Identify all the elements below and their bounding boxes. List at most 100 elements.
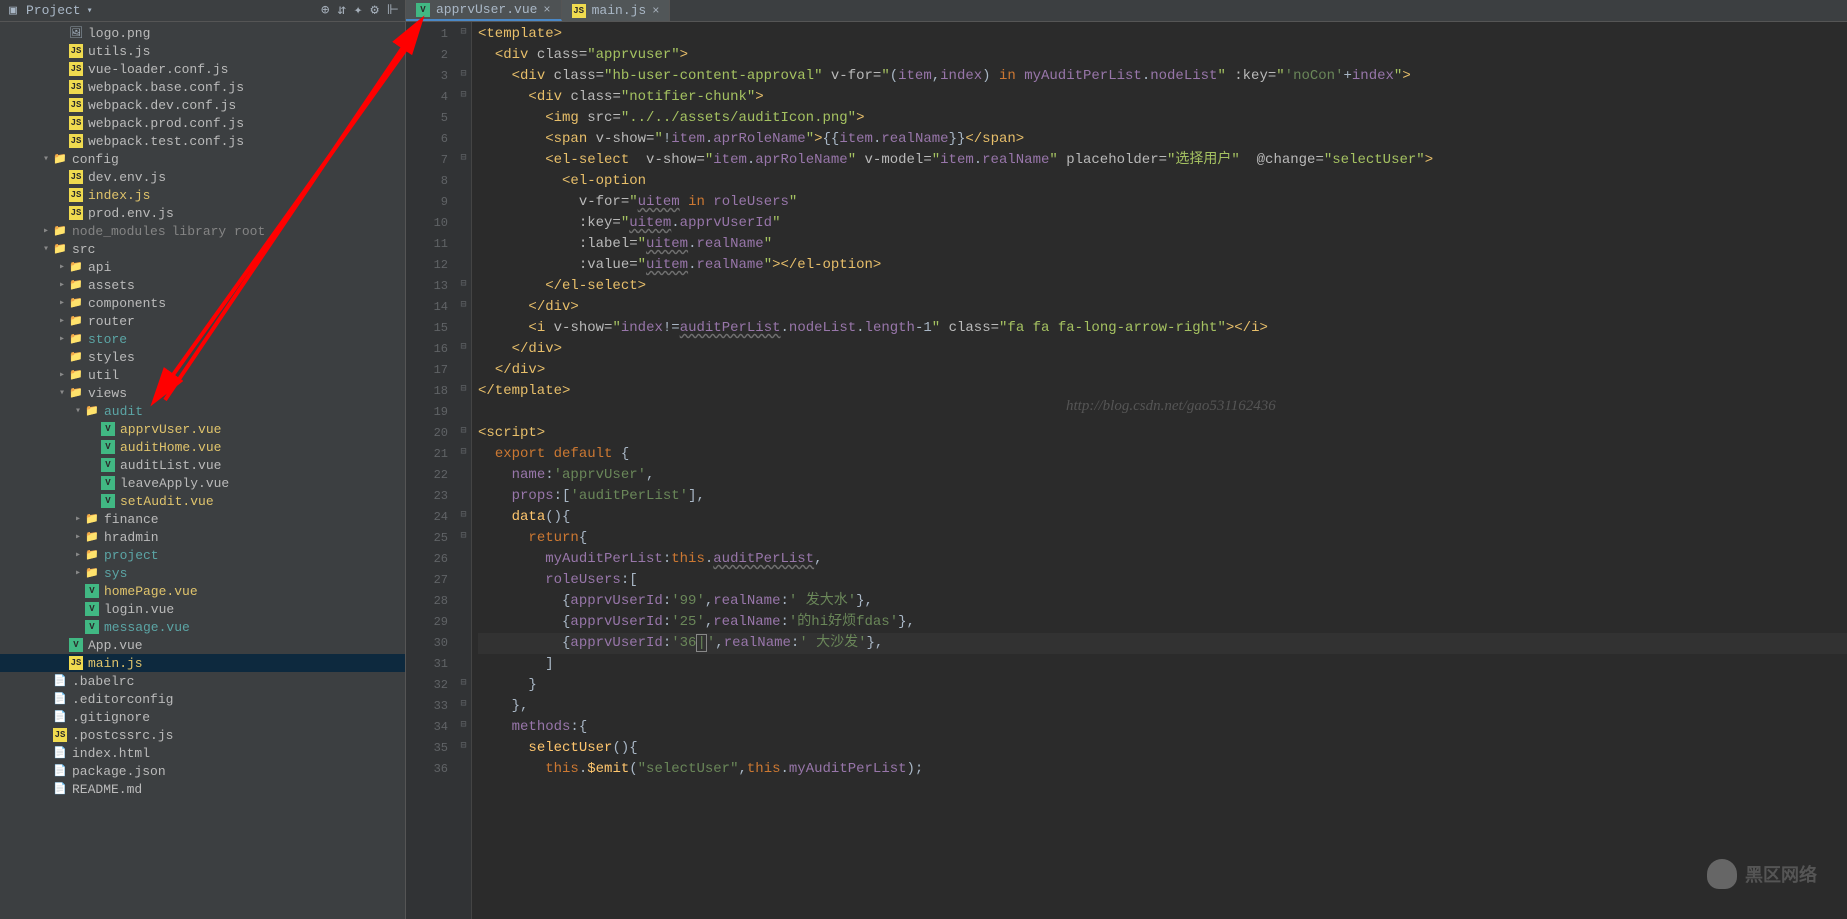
code-line[interactable]: selectUser(){ xyxy=(478,738,1847,759)
tree-item[interactable]: JSwebpack.test.conf.js xyxy=(0,132,405,150)
code-line[interactable] xyxy=(478,402,1847,423)
code-line[interactable]: {apprvUserId:'99',realName:' 发大水'}, xyxy=(478,591,1847,612)
tree-item[interactable]: ▸📁util xyxy=(0,366,405,384)
tree-item[interactable]: JSwebpack.prod.conf.js xyxy=(0,114,405,132)
tree-item[interactable]: JSutils.js xyxy=(0,42,405,60)
fold-toggle-icon[interactable]: ⊟ xyxy=(456,148,471,169)
fold-toggle-icon[interactable]: ⊟ xyxy=(456,736,471,757)
tree-arrow-icon[interactable]: ▾ xyxy=(40,153,52,165)
code-line[interactable]: ] xyxy=(478,654,1847,675)
tree-arrow-icon[interactable]: ▸ xyxy=(40,225,52,237)
tree-arrow-icon[interactable]: ▸ xyxy=(72,513,84,525)
tree-arrow-icon[interactable]: ▸ xyxy=(72,531,84,543)
code-line[interactable]: </div> xyxy=(478,339,1847,360)
tree-item[interactable]: ▾📁audit xyxy=(0,402,405,420)
tree-item[interactable]: ▸📁assets xyxy=(0,276,405,294)
dropdown-arrow-icon[interactable]: ▾ xyxy=(87,5,93,17)
code-line[interactable]: export default { xyxy=(478,444,1847,465)
fold-toggle-icon[interactable]: ⊟ xyxy=(456,64,471,85)
code-line[interactable]: <script> xyxy=(478,423,1847,444)
code-line[interactable]: } xyxy=(478,675,1847,696)
close-icon[interactable]: × xyxy=(652,4,659,18)
tree-item[interactable]: JSvue-loader.conf.js xyxy=(0,60,405,78)
code-line[interactable]: :key="uitem.apprvUserId" xyxy=(478,213,1847,234)
code-line[interactable]: name:'apprvUser', xyxy=(478,465,1847,486)
tree-item[interactable]: 📄README.md xyxy=(0,780,405,798)
fold-toggle-icon[interactable]: ⊟ xyxy=(456,337,471,358)
code-line[interactable]: this.$emit("selectUser",this.myAuditPerL… xyxy=(478,759,1847,780)
code-line[interactable]: v-for="uitem in roleUsers" xyxy=(478,192,1847,213)
code-line[interactable]: <el-select v-show="item.aprRoleName" v-m… xyxy=(478,150,1847,171)
tree-item[interactable]: ▸📁hradmin xyxy=(0,528,405,546)
tree-item[interactable]: ▸📁router xyxy=(0,312,405,330)
tree-arrow-icon[interactable]: ▸ xyxy=(56,279,68,291)
code-line[interactable]: }, xyxy=(478,696,1847,717)
code-line[interactable]: props:['auditPerList'], xyxy=(478,486,1847,507)
code-line[interactable]: <el-option xyxy=(478,171,1847,192)
tree-item[interactable]: JSwebpack.dev.conf.js xyxy=(0,96,405,114)
tree-arrow-icon[interactable]: ▾ xyxy=(40,243,52,255)
fold-toggle-icon[interactable]: ⊟ xyxy=(456,442,471,463)
code-line[interactable]: </template> xyxy=(478,381,1847,402)
code-line[interactable]: {apprvUserId:'36|',realName:' 大沙发'}, xyxy=(478,633,1847,654)
tree-item[interactable]: JSwebpack.base.conf.js xyxy=(0,78,405,96)
tree-item[interactable]: ▾📁config xyxy=(0,150,405,168)
code-line[interactable]: myAuditPerList:this.auditPerList, xyxy=(478,549,1847,570)
toolbar-button[interactable]: ⊕ xyxy=(321,2,329,19)
code-line[interactable]: <template> xyxy=(478,24,1847,45)
code-line[interactable]: {apprvUserId:'25',realName:'的hi好烦fdas'}, xyxy=(478,612,1847,633)
tree-item[interactable]: ▾📁src xyxy=(0,240,405,258)
fold-toggle-icon[interactable]: ⊟ xyxy=(456,673,471,694)
code-line[interactable]: methods:{ xyxy=(478,717,1847,738)
toolbar-button[interactable]: ⇵ xyxy=(337,2,345,19)
code-line[interactable]: <span v-show="!item.aprRoleName">{{item.… xyxy=(478,129,1847,150)
tree-arrow-icon[interactable]: ▸ xyxy=(56,315,68,327)
tree-item[interactable]: 📄.gitignore xyxy=(0,708,405,726)
toolbar-button[interactable]: ⚙ xyxy=(370,2,378,19)
tree-item[interactable]: VsetAudit.vue xyxy=(0,492,405,510)
tree-arrow-icon[interactable]: ▸ xyxy=(56,297,68,309)
code-line[interactable]: <i v-show="index!=auditPerList.nodeList.… xyxy=(478,318,1847,339)
tree-item[interactable]: VApp.vue xyxy=(0,636,405,654)
tree-item[interactable]: ▸📁finance xyxy=(0,510,405,528)
fold-toggle-icon[interactable]: ⊟ xyxy=(456,694,471,715)
tree-item[interactable]: 🖼logo.png xyxy=(0,24,405,42)
tree-item[interactable]: JSprod.env.js xyxy=(0,204,405,222)
tree-item[interactable]: ▸📁api xyxy=(0,258,405,276)
fold-toggle-icon[interactable]: ⊟ xyxy=(456,379,471,400)
code-line[interactable]: <img src="../../assets/auditIcon.png"> xyxy=(478,108,1847,129)
tree-arrow-icon[interactable]: ▸ xyxy=(56,369,68,381)
code-line[interactable]: <div class="notifier-chunk"> xyxy=(478,87,1847,108)
tree-item[interactable]: VauditList.vue xyxy=(0,456,405,474)
tree-arrow-icon[interactable]: ▾ xyxy=(56,387,68,399)
fold-toggle-icon[interactable]: ⊟ xyxy=(456,505,471,526)
tree-item[interactable]: 📄index.html xyxy=(0,744,405,762)
code-line[interactable]: </el-select> xyxy=(478,276,1847,297)
code-line[interactable]: roleUsers:[ xyxy=(478,570,1847,591)
editor-tab[interactable]: JSmain.js× xyxy=(562,0,671,21)
tree-item[interactable]: 📄.editorconfig xyxy=(0,690,405,708)
tree-arrow-icon[interactable]: ▸ xyxy=(56,333,68,345)
code-line[interactable]: </div> xyxy=(478,297,1847,318)
fold-toggle-icon[interactable]: ⊟ xyxy=(456,526,471,547)
fold-toggle-icon[interactable]: ⊟ xyxy=(456,274,471,295)
editor-tab[interactable]: VapprvUser.vue× xyxy=(406,0,562,21)
tree-item[interactable]: VleaveApply.vue xyxy=(0,474,405,492)
code-line[interactable]: return{ xyxy=(478,528,1847,549)
fold-toggle-icon[interactable]: ⊟ xyxy=(456,22,471,43)
code-line[interactable]: :label="uitem.realName" xyxy=(478,234,1847,255)
tree-item[interactable]: ▸📁store xyxy=(0,330,405,348)
tree-item[interactable]: ▸📁components xyxy=(0,294,405,312)
tree-item[interactable]: JSindex.js xyxy=(0,186,405,204)
fold-toggle-icon[interactable]: ⊟ xyxy=(456,421,471,442)
toolbar-button[interactable]: ✦ xyxy=(354,2,362,19)
tree-item[interactable]: ▾📁views xyxy=(0,384,405,402)
tree-item[interactable]: 📁styles xyxy=(0,348,405,366)
code-line[interactable]: </div> xyxy=(478,360,1847,381)
code-line[interactable]: data(){ xyxy=(478,507,1847,528)
code-line[interactable]: :value="uitem.realName"></el-option> xyxy=(478,255,1847,276)
tree-item[interactable]: JSmain.js xyxy=(0,654,405,672)
fold-gutter[interactable]: ⊟⊟⊟⊟⊟⊟⊟⊟⊟⊟⊟⊟⊟⊟⊟⊟ xyxy=(456,22,472,919)
tree-item[interactable]: VapprvUser.vue xyxy=(0,420,405,438)
tree-arrow-icon[interactable]: ▸ xyxy=(72,567,84,579)
